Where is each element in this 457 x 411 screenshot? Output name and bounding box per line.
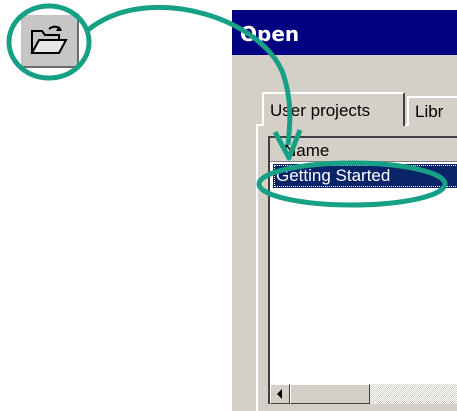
tab-libraries-label: Libr: [415, 102, 444, 121]
tab-user-projects[interactable]: User projects: [262, 92, 405, 126]
open-folder-button[interactable]: [19, 13, 79, 68]
dialog-titlebar[interactable]: Open: [232, 10, 457, 55]
list-item-getting-started[interactable]: Getting Started: [273, 164, 457, 188]
project-list[interactable]: Name Getting Started: [268, 136, 457, 404]
column-header-name[interactable]: Name: [270, 138, 457, 162]
horizontal-scrollbar[interactable]: [270, 384, 457, 404]
open-folder-icon: [30, 25, 68, 54]
tab-libraries[interactable]: Libr: [407, 96, 457, 126]
column-header-label: Name: [284, 141, 330, 160]
dialog-title: Open: [240, 22, 300, 46]
scroll-left-arrow-icon[interactable]: [270, 384, 290, 404]
scroll-thumb[interactable]: [290, 384, 370, 404]
list-item-label: Getting Started: [276, 166, 391, 185]
screenshot-stage: Open User projects Libr Name Getting Sta…: [0, 0, 457, 411]
open-dialog: Open User projects Libr Name Getting Sta…: [230, 10, 457, 411]
tab-user-projects-label: User projects: [270, 101, 371, 120]
